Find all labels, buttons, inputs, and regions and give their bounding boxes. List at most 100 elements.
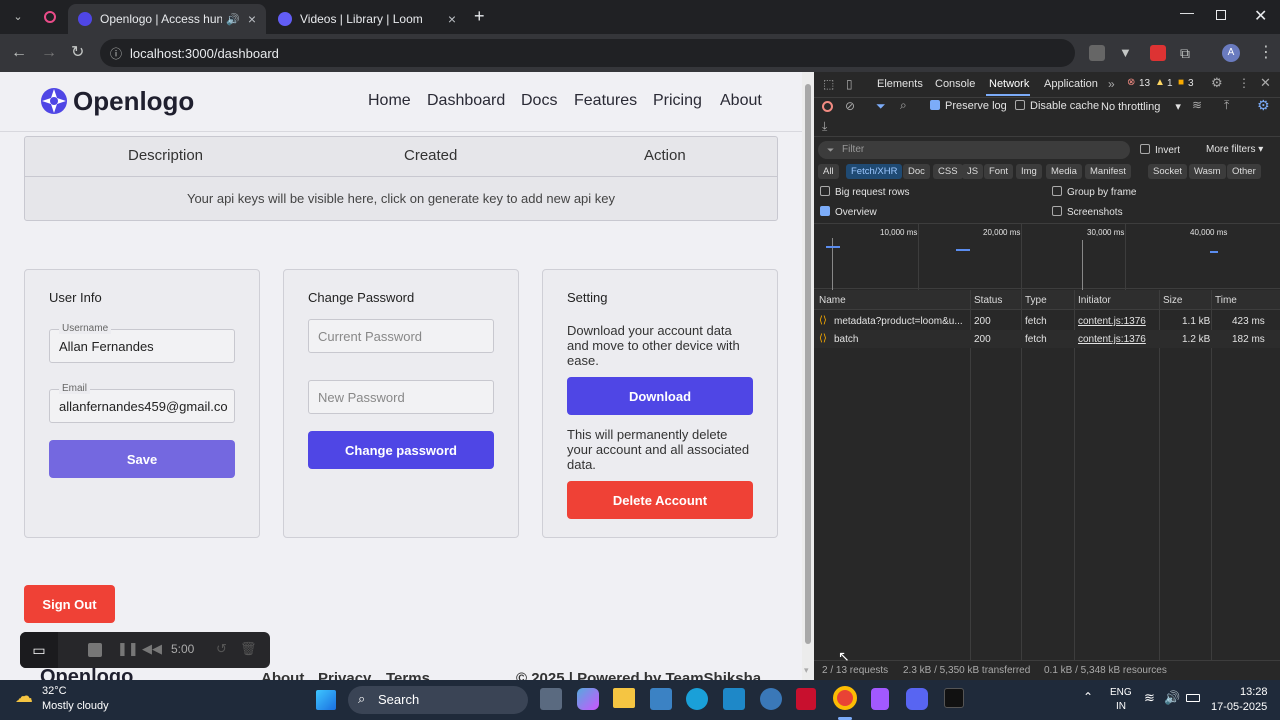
profile-avatar[interactable]: A: [1222, 44, 1240, 62]
group-by-frame-checkbox[interactable]: Group by frame: [1052, 186, 1136, 198]
footer-logo[interactable]: Openlogo: [40, 666, 133, 680]
network-overview-timeline[interactable]: 10,000 ms 20,000 ms 30,000 ms 40,000 ms: [814, 223, 1280, 290]
more-tabs-icon[interactable]: »: [1108, 77, 1115, 91]
filter-chip-other[interactable]: Other: [1227, 164, 1261, 179]
request-initiator-link[interactable]: content.js:1376: [1078, 334, 1146, 345]
invert-checkbox[interactable]: Invert: [1140, 144, 1180, 156]
table-row[interactable]: ⟨⟩ batch 200 fetch content.js:1376 1.2 k…: [814, 330, 1280, 348]
more-filters-dropdown[interactable]: More filters ▾: [1206, 144, 1263, 155]
close-tab-icon[interactable]: ×: [448, 11, 456, 27]
filter-chip-media[interactable]: Media: [1046, 164, 1082, 179]
column-header-initiator[interactable]: Initiator: [1078, 295, 1111, 306]
app-icon[interactable]: [723, 688, 745, 710]
download-button[interactable]: Download: [567, 377, 753, 415]
filter-chip-fetch-xhr[interactable]: Fetch/XHR: [846, 164, 903, 179]
vpn-extension-icon[interactable]: ▼: [1119, 34, 1132, 72]
weather-desc[interactable]: Mostly cloudy: [42, 700, 109, 712]
column-header-type[interactable]: Type: [1025, 295, 1047, 306]
column-header-status[interactable]: Status: [974, 295, 1002, 306]
red-extension-icon[interactable]: [1150, 45, 1166, 61]
minimize-icon[interactable]: —: [1180, 4, 1194, 20]
task-view-icon[interactable]: [540, 688, 562, 710]
warning-count[interactable]: 1: [1167, 78, 1173, 89]
footer-privacy-link[interactable]: Privacy: [318, 670, 371, 680]
nav-dashboard[interactable]: Dashboard: [427, 92, 505, 110]
openlogo-logo-icon[interactable]: [40, 87, 68, 115]
column-header-name[interactable]: Name: [819, 295, 846, 306]
device-toolbar-icon[interactable]: ▯: [846, 77, 853, 91]
devtools-tab-application[interactable]: Application: [1044, 78, 1098, 90]
save-button[interactable]: Save: [49, 440, 235, 478]
big-request-rows-checkbox[interactable]: Big request rows: [820, 186, 909, 198]
network-conditions-icon[interactable]: ≋: [1192, 98, 1202, 112]
screenshots-checkbox[interactable]: Screenshots: [1052, 206, 1123, 218]
delete-account-button[interactable]: Delete Account: [567, 481, 753, 519]
throttling-select[interactable]: No throttling ▾: [1101, 100, 1181, 113]
current-password-input[interactable]: Current Password: [308, 319, 494, 353]
volume-icon[interactable]: 🔊: [1164, 690, 1180, 706]
close-window-icon[interactable]: ✕: [1254, 6, 1267, 26]
email-field[interactable]: allanfernandes459@gmail.co: [49, 389, 235, 423]
table-row[interactable]: ⟨⟩ metadata?product=loom&u... 200 fetch …: [814, 312, 1280, 330]
tab-search-icon[interactable]: ⌄: [8, 8, 28, 26]
filter-chip-css[interactable]: CSS: [933, 164, 963, 179]
footer-terms-link[interactable]: Terms: [386, 670, 430, 680]
devtools-menu-icon[interactable]: ⋮: [1238, 76, 1250, 90]
page-scrollbar-thumb[interactable]: [805, 84, 811, 644]
search-icon[interactable]: ⌕: [900, 98, 907, 113]
filter-chip-font[interactable]: Font: [984, 164, 1014, 179]
mcafee-icon[interactable]: [796, 688, 816, 710]
overview-checkbox[interactable]: Overview: [820, 206, 877, 218]
sign-out-button[interactable]: Sign Out: [24, 585, 115, 623]
discord-icon[interactable]: [906, 688, 928, 710]
filter-chip-manifest[interactable]: Manifest: [1085, 164, 1131, 179]
address-bar[interactable]: ⓘ localhost:3000/dashboard: [100, 39, 1075, 67]
filter-chip-all[interactable]: All: [818, 164, 839, 179]
filter-chip-wasm[interactable]: Wasm: [1189, 164, 1226, 179]
weather-temp[interactable]: 32°C: [42, 685, 67, 697]
clock-date[interactable]: 17-05-2025: [1211, 701, 1267, 713]
filter-chip-socket[interactable]: Socket: [1148, 164, 1188, 179]
request-initiator-link[interactable]: content.js:1376: [1078, 316, 1146, 327]
site-logo-text[interactable]: Openlogo: [73, 86, 194, 117]
filter-chip-js[interactable]: JS: [962, 164, 984, 179]
close-tab-icon[interactable]: ×: [248, 11, 256, 27]
copilot-icon[interactable]: [577, 688, 599, 710]
filter-chip-img[interactable]: Img: [1016, 164, 1042, 179]
edge-icon[interactable]: [686, 688, 708, 710]
menu-kebab-icon[interactable]: ⋮: [1258, 34, 1274, 72]
rewind-icon[interactable]: ◀◀: [142, 641, 162, 657]
chrome-icon[interactable]: [833, 686, 857, 710]
store-icon[interactable]: [650, 688, 672, 710]
record-stop-icon[interactable]: [822, 101, 833, 112]
column-header-time[interactable]: Time: [1215, 295, 1237, 306]
new-password-input[interactable]: New Password: [308, 380, 494, 414]
tab-openlogo[interactable]: Openlogo | Access hundred 🔊 ×: [68, 4, 266, 34]
weather-cloud-icon[interactable]: ☁: [15, 686, 33, 707]
pause-icon[interactable]: ❚❚: [117, 641, 139, 657]
taskbar-search-box[interactable]: ⌕ Search: [348, 686, 528, 714]
show-hidden-icons-icon[interactable]: ⌃: [1083, 690, 1093, 704]
import-har-icon[interactable]: ⤒: [1224, 98, 1229, 113]
file-explorer-icon[interactable]: [613, 688, 635, 708]
python-icon[interactable]: [760, 688, 782, 710]
figma-icon[interactable]: [871, 688, 889, 710]
devtools-tab-elements[interactable]: Elements: [877, 78, 923, 90]
language-code[interactable]: ENG: [1110, 687, 1132, 698]
maximize-icon[interactable]: [1216, 10, 1226, 20]
footer-about-link[interactable]: About: [261, 670, 304, 680]
filter-chip-doc[interactable]: Doc: [903, 164, 930, 179]
export-har-icon[interactable]: ⤓: [822, 119, 827, 134]
back-icon[interactable]: ←: [11, 34, 27, 72]
wifi-icon[interactable]: ≋: [1144, 690, 1155, 706]
extension-icon[interactable]: [1089, 45, 1105, 61]
tab-loom[interactable]: Videos | Library | Loom ×: [268, 4, 466, 34]
clear-icon[interactable]: ⊘: [845, 99, 855, 113]
issues-count[interactable]: 3: [1188, 78, 1194, 89]
preserve-log-checkbox[interactable]: Preserve log: [930, 100, 1007, 112]
change-password-button[interactable]: Change password: [308, 431, 494, 469]
camera-icon[interactable]: ▭: [20, 632, 58, 668]
inspect-element-icon[interactable]: ⬚: [823, 77, 834, 91]
stop-recording-icon[interactable]: [88, 643, 102, 657]
region-code[interactable]: IN: [1116, 701, 1126, 712]
